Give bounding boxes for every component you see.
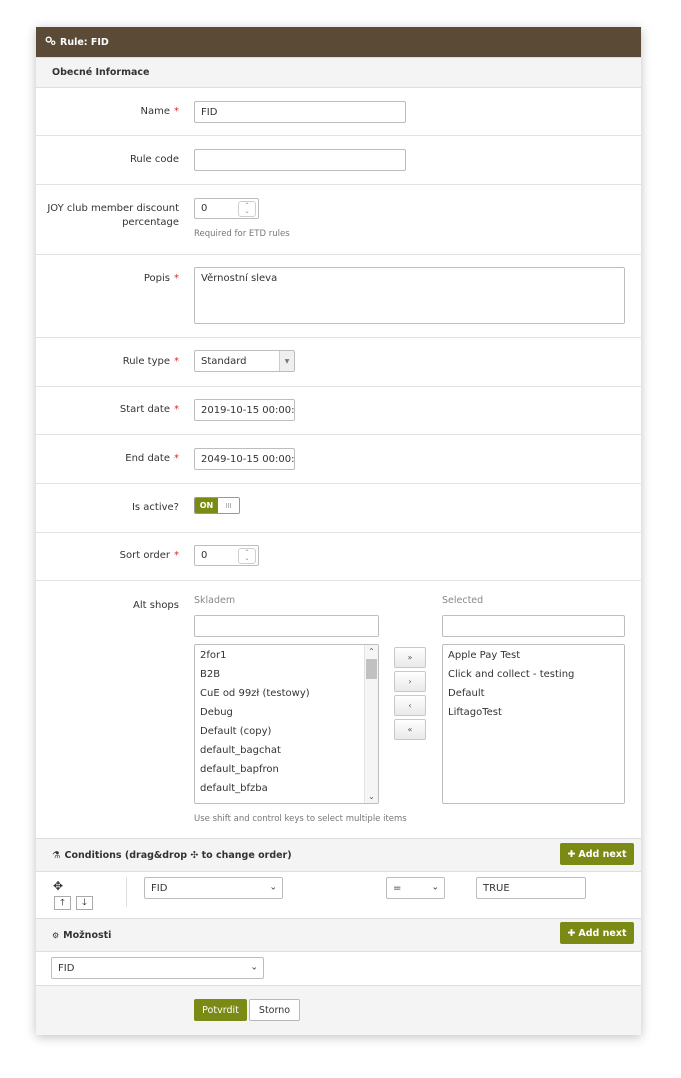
list-item[interactable]: 2for1 <box>195 646 378 665</box>
joy-discount-label: JOY club member discount percentage <box>47 203 179 228</box>
start-date-label: Start date * <box>119 404 179 415</box>
plus-icon: ✚ <box>567 927 576 939</box>
alt-shops-label: Alt shops <box>133 600 179 611</box>
list-item[interactable]: Default (copy) <box>195 722 378 741</box>
available-filter-input[interactable] <box>194 615 379 637</box>
gears-icon <box>45 35 56 49</box>
rule-code-input[interactable] <box>194 149 406 171</box>
list-item[interactable]: CuE od 99zł (testowy) <box>195 684 378 703</box>
section-general-heading: Obecné Informace <box>36 57 641 88</box>
list-item[interactable]: Apple Pay Test <box>443 646 624 665</box>
add-option-button[interactable]: ✚ Add next <box>560 922 634 944</box>
stepper-icon[interactable]: ⌃ ⌄ <box>238 548 256 564</box>
list-item[interactable]: default_bfzba <box>195 779 378 798</box>
option-select[interactable]: FID ⌄ <box>51 957 264 979</box>
end-date-input[interactable]: 2049-10-15 00:00:00 <box>194 448 295 470</box>
condition-field-select[interactable]: FID ⌄ <box>144 877 283 899</box>
rule-panel: Rule: FID Obecné Informace Name * FID Rul… <box>36 27 641 1035</box>
list-item[interactable]: LiftagoTest <box>443 703 624 722</box>
stepper-icon[interactable]: ⌃ ⌄ <box>238 201 256 217</box>
condition-value-input[interactable]: TRUE <box>476 877 586 899</box>
divider <box>36 580 641 581</box>
is-active-label: Is active? <box>131 502 179 513</box>
toggle-on-label: ON <box>195 498 218 513</box>
move-all-right-button[interactable]: » <box>394 647 426 668</box>
divider <box>126 877 127 907</box>
end-date-label: End date * <box>125 453 179 464</box>
sort-order-input[interactable]: 0 ⌃ ⌄ <box>194 545 259 566</box>
start-date-input[interactable]: 2019-10-15 00:00:00 <box>194 399 295 421</box>
cancel-button[interactable]: Storno <box>249 999 300 1021</box>
chevron-down-icon: ⌄ <box>269 882 277 893</box>
selected-filter-input[interactable] <box>442 615 625 637</box>
conditions-heading: ⚗ Conditions (drag&drop ✣ to change orde… <box>36 838 641 872</box>
panel-header: Rule: FID <box>36 27 641 57</box>
move-left-button[interactable]: ‹ <box>394 695 426 716</box>
list-item[interactable]: Debug <box>195 703 378 722</box>
gears-icon: ⚙ <box>52 930 60 940</box>
condition-operator-select[interactable]: = ⌄ <box>386 877 445 899</box>
popis-textarea[interactable]: Věrnostní sleva <box>194 267 625 324</box>
scroll-up-icon[interactable]: ⌃ <box>365 645 378 658</box>
divider <box>36 337 641 338</box>
available-listbox[interactable]: 2for1 B2B CuE od 99zł (testowy) Debug De… <box>194 644 379 804</box>
list-item[interactable]: Click and collect - testing <box>443 665 624 684</box>
move-down-icon[interactable]: 🡓 <box>76 896 93 910</box>
is-active-toggle[interactable]: ON III <box>194 497 240 514</box>
chevron-down-icon: ⌄ <box>250 962 258 973</box>
rule-code-label: Rule code <box>129 154 179 165</box>
divider <box>36 386 641 387</box>
sort-order-label: Sort order * <box>119 550 179 561</box>
list-item[interactable]: default_bapfron <box>195 760 378 779</box>
divider <box>36 434 641 435</box>
options-heading: ⚙ Možnosti <box>36 918 641 952</box>
move-all-left-button[interactable]: « <box>394 719 426 740</box>
popis-label: Popis * <box>143 273 179 284</box>
alt-shops-help: Use shift and control keys to select mul… <box>194 814 407 824</box>
move-right-button[interactable]: › <box>394 671 426 692</box>
submit-button[interactable]: Potvrdit <box>194 999 247 1021</box>
list-item[interactable]: Default <box>443 684 624 703</box>
listbox-scrollbar[interactable]: ⌃ ⌄ <box>364 645 378 803</box>
divider <box>36 184 641 185</box>
divider <box>36 135 641 136</box>
dropdown-arrow-icon: ▼ <box>279 351 294 371</box>
rule-type-label: Rule type * <box>122 356 179 367</box>
joy-discount-help: Required for ETD rules <box>194 229 290 239</box>
panel-title: Rule: FID <box>60 36 109 48</box>
selected-listbox[interactable]: Apple Pay Test Click and collect - testi… <box>442 644 625 804</box>
selected-title: Selected <box>442 595 484 606</box>
rule-type-select[interactable]: Standard ▼ <box>194 350 295 372</box>
name-label: Name * <box>140 106 179 117</box>
form-footer: Potvrdit Storno <box>36 985 641 1035</box>
add-condition-button[interactable]: ✚ Add next <box>560 843 634 865</box>
divider <box>36 254 641 255</box>
move-up-icon[interactable]: 🡑 <box>54 896 71 910</box>
list-item[interactable]: default_bagchat <box>195 741 378 760</box>
available-title: Skladem <box>194 595 236 606</box>
plus-icon: ✚ <box>567 848 576 860</box>
flask-icon: ⚗ <box>52 849 61 861</box>
divider <box>36 483 641 484</box>
name-input[interactable]: FID <box>194 101 406 123</box>
drag-handle-icon[interactable]: ✥ <box>53 879 63 893</box>
scroll-down-icon[interactable]: ⌄ <box>365 790 378 803</box>
divider <box>36 532 641 533</box>
scroll-thumb[interactable] <box>366 659 377 679</box>
list-item[interactable]: B2B <box>195 665 378 684</box>
joy-discount-input[interactable]: 0 ⌃ ⌄ <box>194 198 259 219</box>
condition-row: ✥ 🡑 🡓 FID ⌄ = ⌄ TRUE <box>36 872 641 920</box>
toggle-handle-icon: III <box>218 498 239 513</box>
chevron-down-icon: ⌄ <box>431 882 439 893</box>
